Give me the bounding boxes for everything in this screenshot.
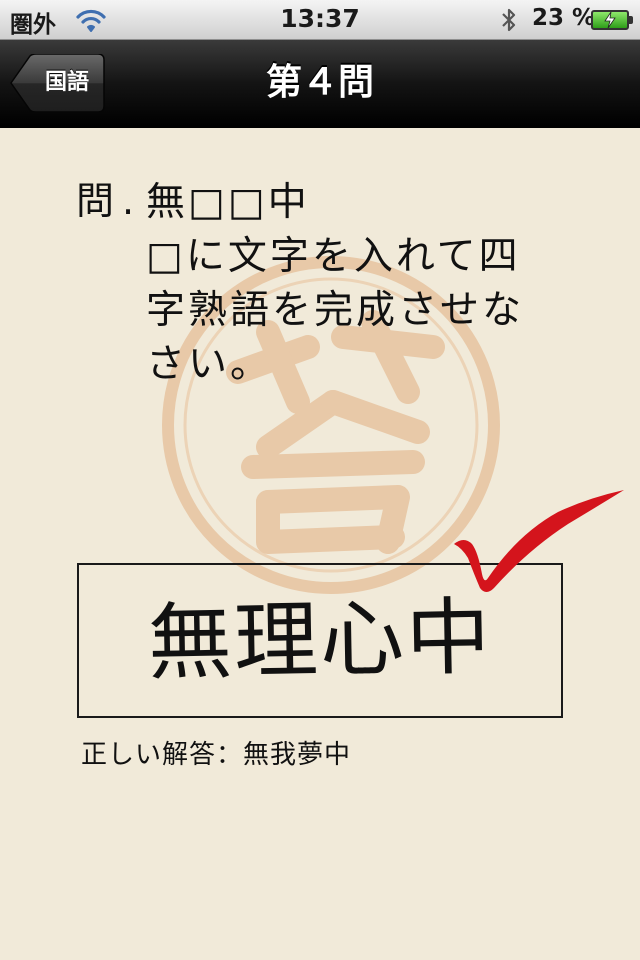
back-button[interactable]: 国語 [10,54,105,112]
battery-icon [591,10,633,30]
back-button-label: 国語 [44,70,89,95]
charging-bolt-icon [604,12,616,28]
correct-answer-label: 正しい解答：無我夢中 [81,740,352,770]
status-bar: 圏外 13:37 23 % [0,0,640,40]
navigation-bar: 第４問 国語 [0,40,640,128]
question-line: 字熟語を完成させな [146,288,525,333]
bluetooth-icon [502,8,516,32]
question-marker: 問 [76,179,115,223]
question-line: □に文字を入れて四 [146,234,521,279]
question-marker-dot: . [122,179,135,223]
question-text: 無□□中 □に文字を入れて四 字熟語を完成させな さい。 [146,176,576,392]
check-mark-icon [454,490,624,592]
battery-percent: 23 % [532,5,596,31]
question-line: 無□□中 [146,180,310,225]
question-line: さい。 [146,342,273,387]
